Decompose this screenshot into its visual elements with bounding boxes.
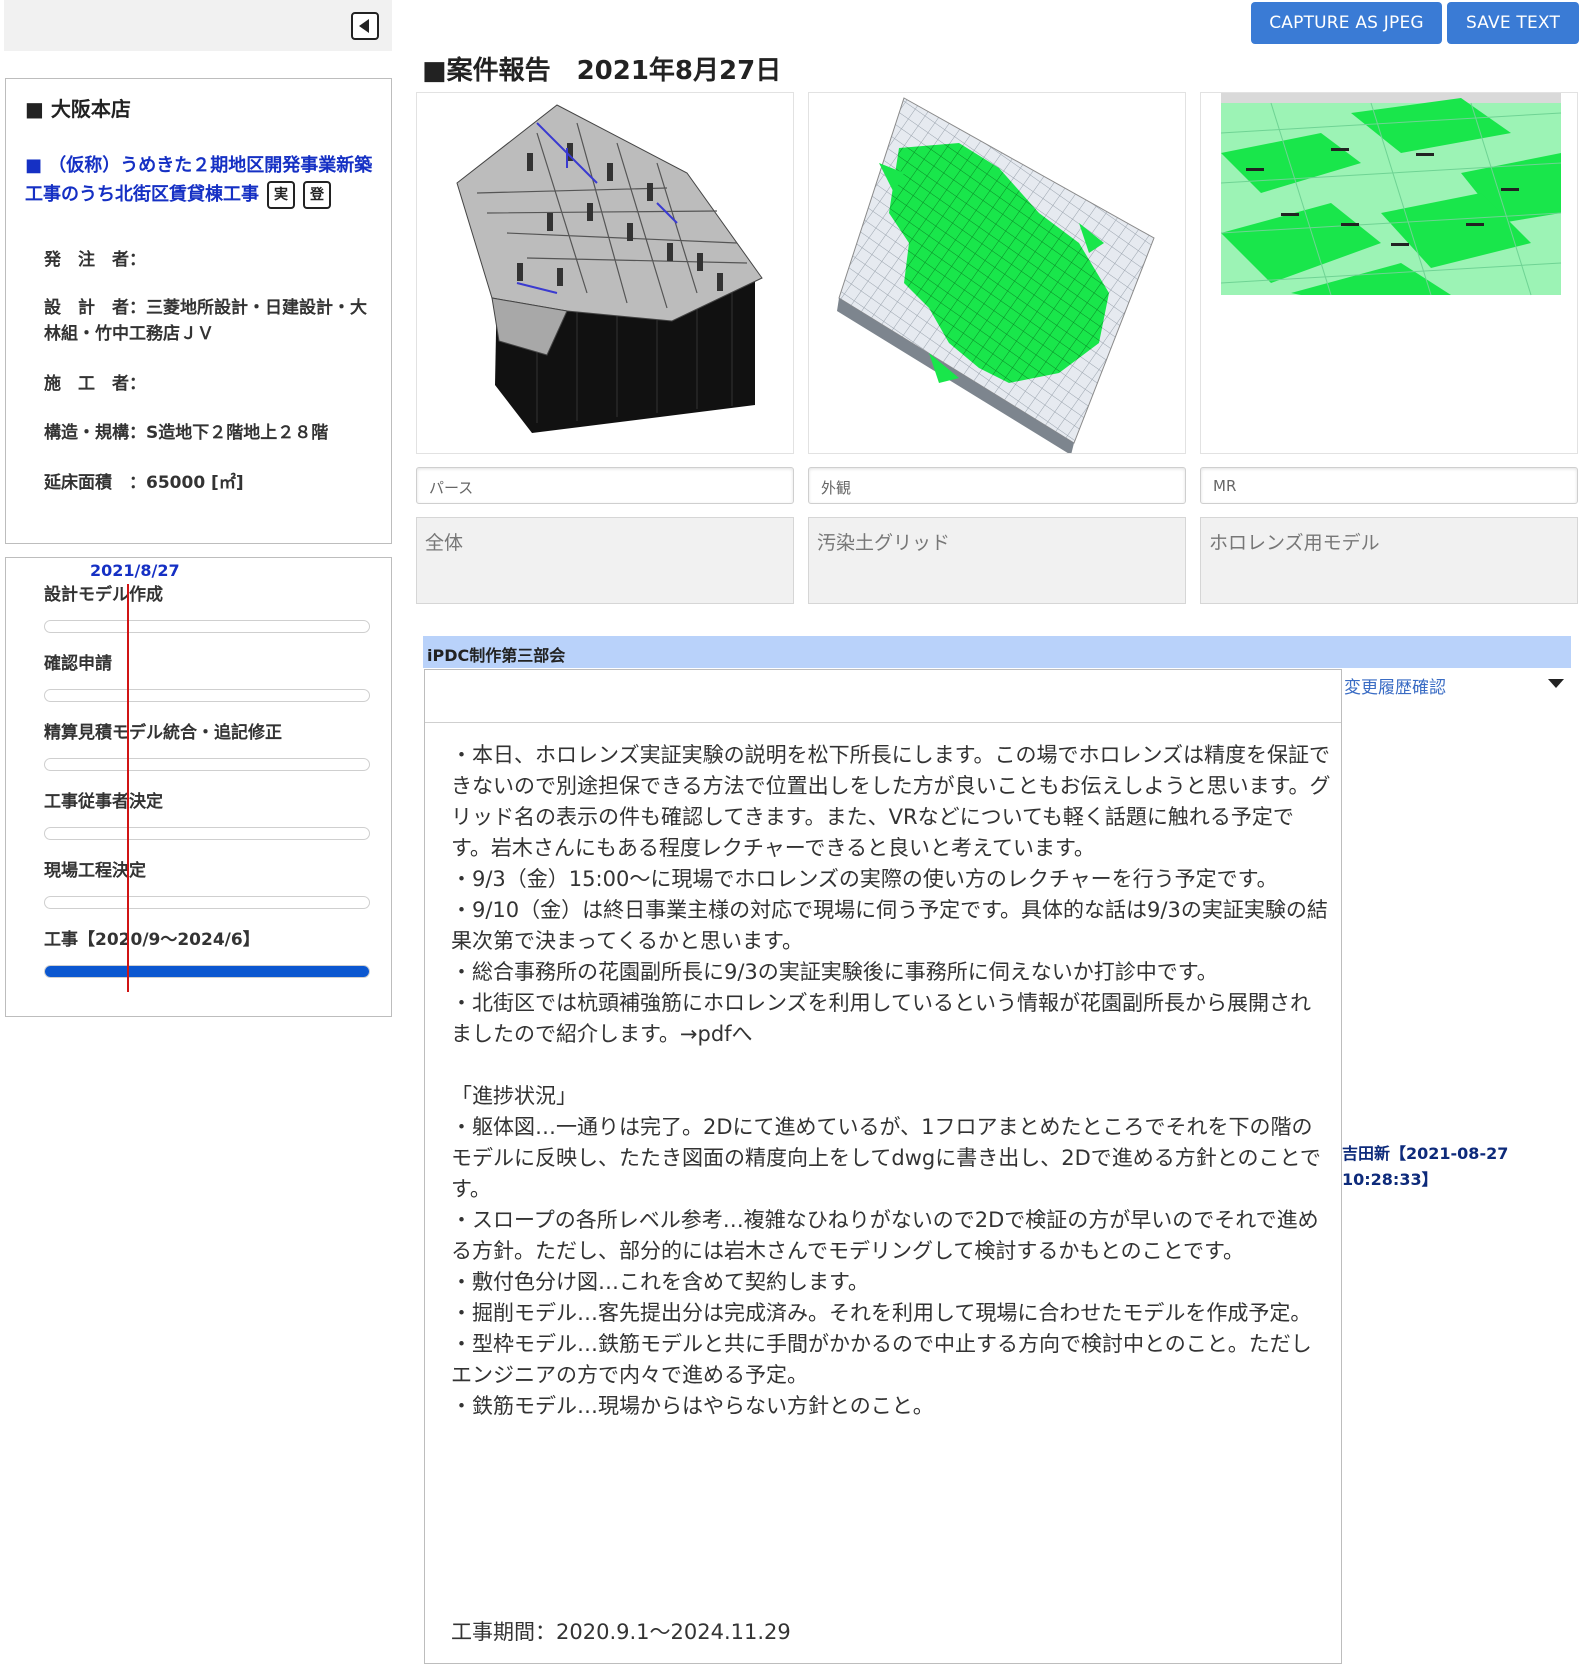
task-progress-fill <box>45 966 369 977</box>
construction-period: 工事期間：2020.9.1～2024.11.29 <box>451 1620 791 1644</box>
author-timestamp: 吉田新【2021-08-27 10:28:33】 <box>1342 1144 1509 1189</box>
task-progress-bar <box>44 689 370 702</box>
structure-row: 構造・規構：S造地下２階地上２８階 <box>44 423 329 443</box>
page-title: ■案件報告 2021年8月27日 <box>422 56 782 86</box>
task-progress-bar <box>44 620 370 633</box>
today-date-label: 2021/8/27 <box>90 561 180 580</box>
task-progress-bar <box>44 827 370 840</box>
collapse-left-icon[interactable] <box>351 12 379 40</box>
department-header: iPDC制作第三部会 <box>423 636 1571 668</box>
capture-jpeg-button[interactable]: CAPTURE AS JPEG <box>1251 2 1442 44</box>
branch-name: ■ 大阪本店 <box>25 97 131 121</box>
history-column: 変更履歴確認 吉田新【2021-08-27 10:28:33】 <box>1342 669 1582 1664</box>
soil-grid-image[interactable] <box>808 92 1186 454</box>
tag-jitsu-button[interactable]: 実 <box>267 181 295 209</box>
perspective-image[interactable] <box>416 92 794 454</box>
title-input-3[interactable]: MR <box>1200 467 1578 504</box>
task-label: 工事【2020/9～2024/6】 <box>44 930 260 950</box>
description-textarea-1[interactable]: 全体 <box>416 517 794 604</box>
project-title-link[interactable]: ■ （仮称）うめきた２期地区開発事業新築工事のうち北街区賃貸棟工事実登 <box>25 151 385 209</box>
description-textarea-2[interactable]: 汚染土グリッド <box>808 517 1186 604</box>
progress-panel: 2021/8/27 設計モデル作成 確認申請精算見積モデル統合・追記修正 工事従事者… <box>5 557 392 1017</box>
dropdown-triangle-icon[interactable] <box>1548 679 1564 688</box>
contractor-row: 施 工 者： <box>44 374 146 394</box>
title-input-2[interactable]: 外観 <box>808 467 1186 504</box>
task-label: 工事従事者決定 <box>44 792 163 812</box>
task-progress-bar <box>44 965 370 978</box>
client-row: 発 注 者： <box>44 250 146 270</box>
task-progress-bar <box>44 896 370 909</box>
task-label: 現場工程決定 <box>44 861 146 881</box>
report-body-text[interactable]: ・本日、ホロレンズ実証実験の説明を松下所長にします。この場でホロレンズは精度を保… <box>451 740 1331 1422</box>
project-info-panel: ■ 大阪本店 ■ （仮称）うめきた２期地区開発事業新築工事のうち北街区賃貸棟工事… <box>5 78 392 544</box>
sidebar-topbar <box>4 0 392 51</box>
save-text-button[interactable]: SAVE TEXT <box>1447 2 1579 44</box>
report-subject-input[interactable] <box>425 670 1341 723</box>
title-input-1[interactable]: パース <box>416 467 794 504</box>
description-textarea-3[interactable]: ホロレンズ用モデル <box>1200 517 1578 604</box>
task-progress-bar <box>44 758 370 771</box>
task-label: 確認申請 <box>44 654 112 674</box>
mr-model-image[interactable] <box>1200 92 1578 454</box>
tag-touroku-button[interactable]: 登 <box>303 181 331 209</box>
today-marker-line <box>127 584 129 992</box>
change-history-link[interactable]: 変更履歴確認 <box>1344 673 1446 698</box>
task-label: 精算見積モデル統合・追記修正 <box>44 723 282 743</box>
task-label: 設計モデル作成 <box>44 585 163 605</box>
report-body-box[interactable]: ・本日、ホロレンズ実証実験の説明を松下所長にします。この場でホロレンズは精度を保… <box>424 669 1342 1664</box>
designer-row: 設 計 者：三菱地所設計・日建設計・大林組・竹中工務店ＪＶ <box>44 298 367 344</box>
floor-area-row: 延床面積 ：65000 [㎡] <box>44 473 244 493</box>
